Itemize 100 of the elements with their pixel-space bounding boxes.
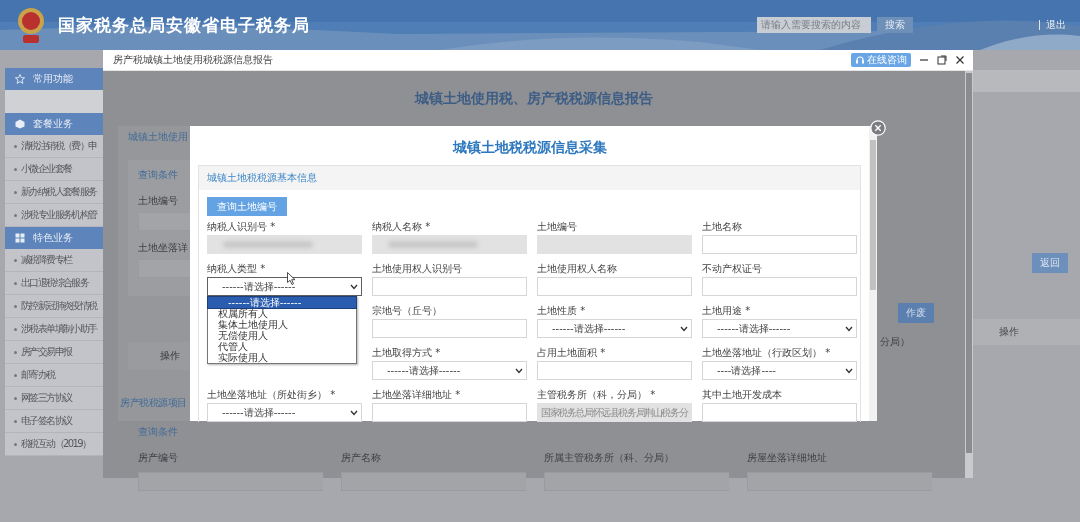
- select-field[interactable]: ------请选择------: [207, 277, 362, 296]
- bullet-icon: [14, 304, 17, 308]
- dropdown-option[interactable]: 无偿使用人: [208, 330, 356, 341]
- field-label: 纳税人类型 *: [207, 263, 267, 275]
- scrollbar[interactable]: [869, 126, 877, 421]
- field-label: 主管税务所（科，分局） *: [537, 389, 657, 401]
- input-field[interactable]: [702, 403, 857, 422]
- field-label: 土地名称: [702, 221, 743, 233]
- input-field[interactable]: [372, 403, 527, 422]
- dropdown-option[interactable]: 权属所有人: [208, 308, 356, 319]
- search-button[interactable]: 搜索: [877, 17, 913, 33]
- form-title: 城镇土地税税源信息采集: [451, 139, 608, 157]
- cube-icon: [15, 119, 25, 129]
- input-field[interactable]: [544, 472, 729, 491]
- select-field[interactable]: ----请选择----: [702, 361, 857, 380]
- query-title: 查询条件: [138, 168, 179, 182]
- field-label: 土地坐落地址（行政区划） *: [702, 347, 832, 359]
- query-title: 查询条件: [138, 426, 178, 437]
- field-label: 其中土地开发成本: [702, 389, 783, 401]
- input-field[interactable]: [138, 472, 323, 491]
- field-label: 纳税人识别号 *: [207, 221, 277, 233]
- chevron-icon: [350, 409, 358, 416]
- close-icon[interactable]: [955, 55, 965, 65]
- field-label: 所属主管税务所（科、分局）: [544, 451, 675, 465]
- field-label: 占用土地面积 *: [537, 347, 607, 359]
- chevron-icon: [845, 367, 853, 374]
- input-field[interactable]: [747, 472, 932, 491]
- dialog-title: 房产税城镇土地使用税税源信息报告: [113, 53, 273, 67]
- chevron-icon: [515, 367, 523, 374]
- bullet-icon: [14, 144, 17, 148]
- dropdown-option[interactable]: 集体土地使用人: [208, 319, 356, 330]
- field-label: 土地编号: [537, 221, 578, 233]
- input-field[interactable]: [537, 361, 692, 380]
- field-label: 房产编号: [138, 451, 179, 465]
- section-header[interactable]: 常用功能: [5, 68, 103, 90]
- panel-title: 城镇土地使用: [128, 130, 189, 144]
- section-header[interactable]: 特色业务: [5, 227, 103, 249]
- input-field[interactable]: [341, 472, 526, 491]
- section-header: 城镇土地税税源基本信息: [199, 166, 860, 190]
- field-label: 宗地号（丘号）: [372, 305, 443, 317]
- bullet-icon: [14, 396, 17, 400]
- bullet-icon: [14, 258, 17, 262]
- field-label: 土地编号: [138, 194, 179, 208]
- input-field[interactable]: [138, 212, 190, 231]
- input-field[interactable]: [702, 235, 857, 254]
- bullet-icon: [14, 167, 17, 171]
- dropdown-option[interactable]: 代管人: [208, 341, 356, 352]
- cursor-icon: [287, 272, 296, 285]
- field-label: 土地取得方式 *: [372, 347, 442, 359]
- maximize-icon[interactable]: [937, 55, 947, 65]
- bullet-icon: [14, 281, 17, 285]
- select-field[interactable]: ------请选择------: [207, 403, 362, 422]
- select-field[interactable]: ------请选择------: [702, 319, 857, 338]
- select-field[interactable]: ------请选择------: [372, 361, 527, 380]
- input-field[interactable]: [372, 319, 527, 338]
- field-label: 土地用途 *: [702, 305, 752, 317]
- input-field[interactable]: [702, 277, 857, 296]
- input-field[interactable]: [372, 277, 527, 296]
- field-label: 房屋坐落详细地址: [747, 451, 828, 465]
- input-field[interactable]: [138, 259, 190, 278]
- panel-title: 房产税税源项目: [120, 396, 188, 410]
- query-button[interactable]: 查询土地编号: [207, 197, 287, 216]
- star-icon: [15, 74, 25, 84]
- table-header: 操作: [128, 342, 190, 370]
- bullet-icon: [14, 213, 17, 217]
- chevron-icon: [680, 325, 688, 332]
- chevron-icon: [350, 283, 358, 290]
- field-label: 土地性质 *: [537, 305, 587, 317]
- bullet-icon: [14, 327, 17, 331]
- field-label: 土地坐落地址（所处街乡） *: [207, 389, 337, 401]
- bullet-icon: [14, 373, 17, 377]
- field-label: 纳税人名称 *: [372, 221, 432, 233]
- chevron-icon: [845, 325, 853, 332]
- report-heading: 城镇土地使用税、房产税税源信息报告: [413, 88, 654, 108]
- scrollbar[interactable]: [965, 71, 973, 478]
- table-header: 操作: [973, 319, 1080, 345]
- grid-icon: [15, 233, 25, 243]
- bullet-icon: [14, 190, 17, 194]
- headset-icon: [855, 55, 865, 65]
- dropdown-option[interactable]: ------请选择------: [208, 297, 356, 308]
- field-label: 土地坐落详细地址 *: [372, 389, 462, 401]
- section-header[interactable]: 套餐业务: [5, 113, 103, 135]
- column-header: 分局）: [880, 335, 910, 349]
- field-label: 不动产权证号: [702, 263, 763, 275]
- logout-link[interactable]: 退出: [1046, 18, 1066, 32]
- return-button[interactable]: 返回: [1032, 253, 1068, 273]
- search-field[interactable]: 请输入需要搜索的内容: [757, 17, 871, 33]
- bullet-icon: [14, 419, 17, 423]
- bullet-icon: [14, 350, 17, 354]
- field-label: 土地坐落详: [138, 241, 189, 255]
- help-button[interactable]: 在线咨询: [851, 53, 911, 67]
- field-label: 土地使用权人名称: [537, 263, 618, 275]
- site-title: 国家税务总局安徽省电子税务局: [58, 13, 310, 37]
- field-label: 土地使用权人识别号: [372, 263, 463, 275]
- input-field[interactable]: [537, 277, 692, 296]
- bullet-icon: [14, 442, 17, 446]
- select-field[interactable]: ------请选择------: [537, 319, 692, 338]
- void-button[interactable]: 作废: [898, 303, 934, 323]
- dropdown-option[interactable]: 实际使用人: [208, 352, 356, 363]
- field-label: 房产名称: [341, 451, 382, 465]
